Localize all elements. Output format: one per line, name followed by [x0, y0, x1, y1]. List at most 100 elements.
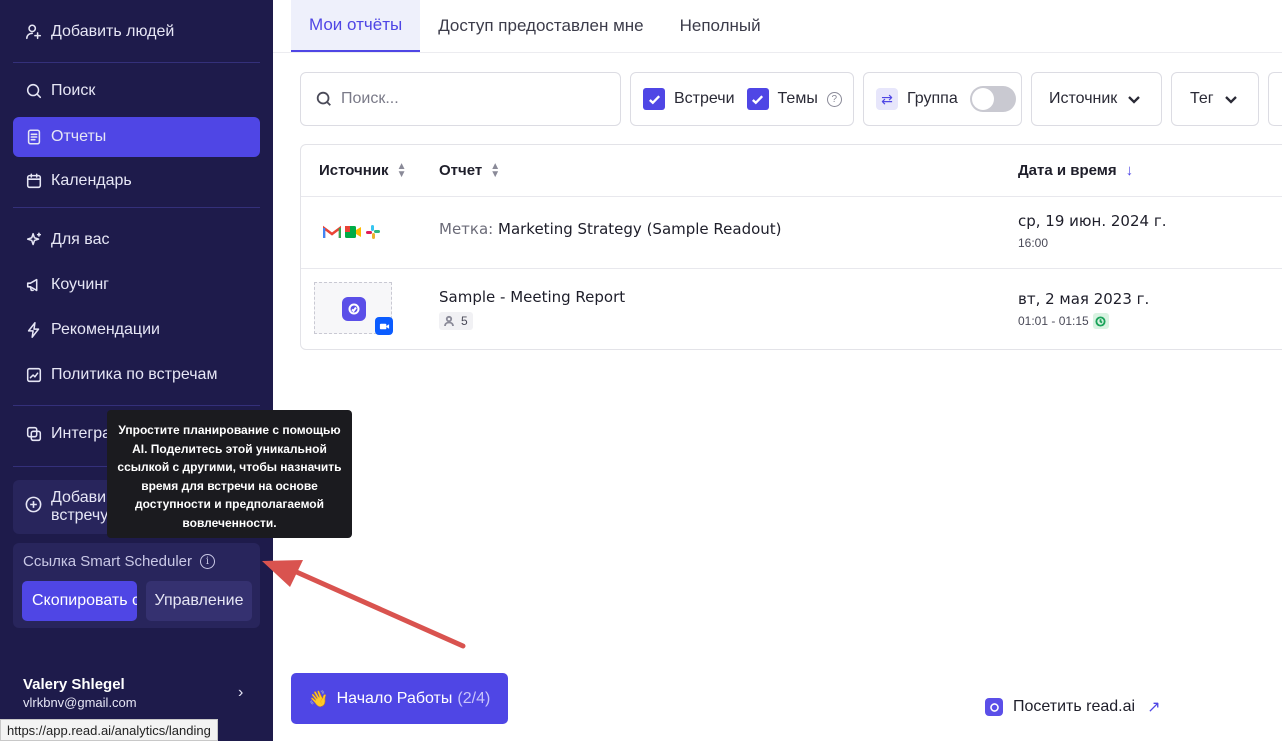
smart-scheduler-panel: Ссылка Smart Scheduler i Скопировать ссы… — [13, 543, 260, 628]
sidebar-item-recommendations[interactable]: Рекомендации — [13, 310, 260, 350]
visit-read-ai-link[interactable]: Посетить read.ai ↗ — [985, 697, 1160, 717]
smart-scheduler-tooltip: Упростите планирование с помощью AI. Под… — [107, 410, 352, 538]
user-email: vlrkbnv@gmail.com — [23, 695, 137, 710]
google-meet-icon — [345, 226, 361, 238]
status-bar-url: https://app.read.ai/analytics/landing — [0, 719, 218, 741]
divider — [13, 62, 260, 63]
external-link-icon: ↗ — [1147, 699, 1161, 716]
participants-count: 5 — [461, 314, 468, 328]
tab-incomplete[interactable]: Неполный — [662, 0, 779, 52]
column-header-datetime[interactable]: Дата и время ↓ — [1018, 145, 1133, 196]
report-date: ср, 19 июн. 2024 г. — [1018, 212, 1167, 230]
getting-started-button[interactable]: 👋 Начало Работы (2/4) — [291, 673, 508, 724]
sidebar-item-label: Добавить людей — [51, 23, 175, 40]
add-meeting-label: встречу — [51, 507, 109, 524]
meetings-label: Встречи — [674, 90, 735, 107]
more-filters[interactable] — [1268, 72, 1282, 126]
group-filter: ⇄ Группа — [863, 72, 1022, 126]
info-icon[interactable]: i — [199, 554, 215, 569]
source-icons — [323, 224, 381, 240]
sidebar-item-label: Поиск — [51, 82, 96, 99]
chevron-down-icon — [1127, 92, 1141, 106]
gmail-icon — [323, 225, 341, 238]
sidebar-item-coaching[interactable]: Коучинг — [13, 265, 260, 305]
column-header-report[interactable]: Отчет ▲ ▼ — [439, 145, 500, 196]
visit-label: Посетить read.ai — [1013, 698, 1136, 715]
getting-started-progress: (2/4) — [457, 689, 491, 707]
meetings-checkbox[interactable] — [643, 88, 665, 110]
tag-dropdown-label: Тег — [1190, 90, 1214, 107]
column-header-source[interactable]: Источник ▲ ▼ — [319, 145, 406, 196]
reports-table: Источник ▲ ▼ Отчет ▲ ▼ Дата и время ↓ Метк… — [300, 144, 1282, 350]
calendar-icon — [24, 171, 44, 191]
sidebar-item-add-people[interactable]: Добавить людей — [13, 12, 260, 52]
column-header-label: Источник — [319, 162, 389, 179]
report-thumbnail[interactable] — [314, 282, 393, 335]
report-time: 16:00 — [1018, 236, 1048, 250]
manage-button[interactable]: Управление — [146, 581, 252, 621]
report-tabs: Мои отчёты Доступ предоставлен мне Непол… — [291, 0, 779, 54]
sidebar-item-label: Интегра — [51, 425, 112, 442]
sidebar: Добавить людей Поиск Отчеты Календарь Дл… — [0, 0, 273, 741]
search-placeholder: Поиск... — [341, 90, 399, 107]
policy-icon — [24, 365, 44, 385]
tag-dropdown[interactable]: Тег — [1171, 72, 1259, 126]
topics-label: Темы — [777, 90, 818, 107]
sidebar-item-search[interactable]: Поиск — [13, 71, 260, 111]
sort-icon: ▲ ▼ — [396, 160, 407, 180]
add-meeting-label: Добави — [51, 489, 107, 506]
group-label: Группа — [907, 90, 958, 107]
tab-shared-with-me[interactable]: Доступ предоставлен мне — [420, 0, 661, 52]
report-title[interactable]: Sample - Meeting Report — [439, 288, 625, 306]
source-dropdown-label: Источник — [1049, 90, 1118, 107]
source-dropdown[interactable]: Источник — [1031, 72, 1162, 126]
group-icon: ⇄ — [876, 88, 898, 110]
user-profile[interactable]: Valery Shlegel vlrkbnv@gmail.com — [23, 676, 137, 710]
clock-icon — [1092, 313, 1109, 329]
sidebar-item-label: Календарь — [51, 172, 132, 189]
sidebar-item-label: Коучинг — [51, 276, 109, 293]
search-input[interactable]: Поиск... — [300, 72, 621, 126]
megaphone-icon — [24, 275, 44, 295]
bolt-icon — [24, 320, 44, 340]
report-date: вт, 2 мая 2023 г. — [1018, 290, 1150, 308]
search-icon — [316, 91, 331, 106]
sidebar-item-label: Отчеты — [51, 128, 107, 145]
integrations-icon — [24, 424, 44, 444]
add-user-icon — [24, 22, 44, 42]
topics-checkbox[interactable] — [746, 88, 769, 110]
sidebar-item-for-you[interactable]: Для вас — [13, 220, 260, 260]
type-filter: Встречи Темы ? — [630, 72, 854, 126]
sidebar-item-calendar[interactable]: Календарь — [13, 161, 260, 201]
sidebar-item-label: Рекомендации — [51, 321, 160, 338]
people-icon — [444, 315, 454, 327]
getting-started-label: Начало Работы — [336, 689, 453, 707]
check-icon — [648, 94, 660, 104]
chevron-down-icon — [1224, 92, 1238, 106]
participants-badge: 5 — [439, 312, 473, 330]
tag-prefix: Метка: — [439, 220, 494, 238]
divider — [301, 268, 1282, 269]
divider — [301, 196, 1282, 197]
copy-link-button[interactable]: Скопировать ссылку — [22, 581, 137, 621]
divider — [13, 405, 260, 406]
divider — [273, 52, 1282, 53]
tab-my-reports[interactable]: Мои отчёты — [291, 0, 421, 52]
column-header-label: Дата и время — [1018, 162, 1117, 179]
help-icon[interactable]: ? — [826, 91, 842, 107]
read-ai-logo-icon — [985, 698, 1003, 716]
arrow-down-icon: ↓ — [1125, 162, 1134, 179]
report-title[interactable]: Метка: Marketing Strategy (Sample Readou… — [439, 220, 782, 238]
column-header-label: Отчет — [439, 162, 483, 179]
group-toggle[interactable] — [969, 86, 1016, 112]
chevron-right-icon[interactable]: › — [238, 684, 243, 702]
sidebar-item-meeting-policy[interactable]: Политика по встречам — [13, 355, 260, 395]
report-time-text: 16:00 — [1018, 236, 1049, 250]
smart-scheduler-title: Ссылка Smart Scheduler — [23, 553, 192, 570]
sidebar-item-reports[interactable]: Отчеты — [13, 117, 260, 157]
report-title-text: Marketing Strategy (Sample Readout) — [498, 220, 782, 238]
sidebar-item-label: Политика по встречам — [51, 366, 218, 383]
report-time-text: 01:01 - 01:15 — [1018, 314, 1089, 328]
check-icon — [752, 94, 764, 104]
read-ai-logo-icon — [342, 297, 366, 321]
